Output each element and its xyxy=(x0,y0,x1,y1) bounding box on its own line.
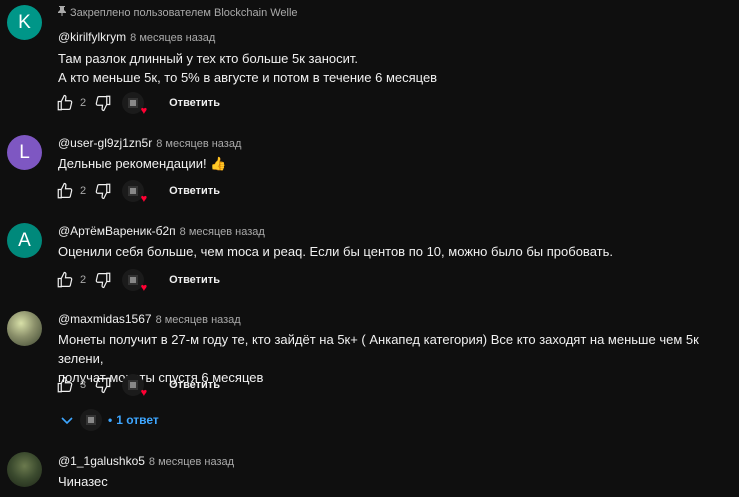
show-replies-button[interactable]: • 1 ответ xyxy=(60,409,159,431)
timestamp[interactable]: 8 месяцев назад xyxy=(130,32,215,44)
comment-actions: 2 ♥ Ответить xyxy=(54,91,220,117)
comment: A @АртёмВареник-б2п 8 месяцев назад Оцени… xyxy=(0,210,739,300)
thumb-down-icon[interactable] xyxy=(92,92,114,114)
creator-heart-icon: ♥ xyxy=(122,269,147,294)
comment-actions: 2 ♥ Ответить xyxy=(54,268,220,294)
timestamp[interactable]: 8 месяцев назад xyxy=(156,138,241,150)
comment-text: Чиназес xyxy=(58,474,108,489)
thumb-up-icon[interactable] xyxy=(54,269,76,291)
comment-actions: 2 ♥ Ответить xyxy=(54,179,220,205)
thumb-down-icon[interactable] xyxy=(92,269,114,291)
comment-text: Оценили себя больше, чем moca и peaq. Ес… xyxy=(58,244,613,259)
comment: @1_1galushko5 8 месяцев назад Чиназес xyxy=(0,445,739,497)
author-name[interactable]: @АртёмВареник-б2п xyxy=(58,224,176,238)
avatar[interactable]: L xyxy=(7,135,42,170)
reply-button[interactable]: Ответить xyxy=(169,379,220,391)
comment-header: @АртёмВареник-б2п 8 месяцев назад xyxy=(58,224,265,238)
avatar[interactable] xyxy=(7,452,42,487)
thumb-up-icon[interactable] xyxy=(54,180,76,202)
timestamp[interactable]: 8 месяцев назад xyxy=(180,226,265,238)
comment-header: @user-gl9zj1zn5r 8 месяцев назад xyxy=(58,136,241,150)
author-name[interactable]: @kirilfylkrym xyxy=(58,30,126,44)
comment-header: @1_1galushko5 8 месяцев назад xyxy=(58,454,234,468)
like-count: 2 xyxy=(80,274,87,286)
like-count: 2 xyxy=(80,97,87,109)
comment-text: Дельные рекомендации! 👍 xyxy=(58,156,227,171)
like-count: 3 xyxy=(80,379,87,391)
pinned-label: Закреплено пользователем Blockchain Well… xyxy=(58,6,298,19)
comment: L @user-gl9zj1zn5r 8 месяцев назад Дельны… xyxy=(0,125,739,210)
comment-text: Там разлок длинный у тех кто больше 5к з… xyxy=(58,51,438,85)
like-count: 2 xyxy=(80,185,87,197)
creator-heart-icon: ♥ xyxy=(122,180,147,205)
avatar[interactable]: K xyxy=(7,5,42,40)
comment-actions: 3 ♥ Ответить xyxy=(54,373,220,399)
thumb-up-icon[interactable] xyxy=(54,374,76,396)
thumb-down-icon[interactable] xyxy=(92,180,114,202)
thumb-down-icon[interactable] xyxy=(92,374,114,396)
reply-button[interactable]: Ответить xyxy=(169,97,220,109)
comment: Закреплено пользователем Blockchain Well… xyxy=(0,0,739,125)
timestamp[interactable]: 8 месяцев назад xyxy=(149,456,234,468)
comment-header: @maxmidas1567 8 месяцев назад xyxy=(58,312,241,326)
author-name[interactable]: @maxmidas1567 xyxy=(58,312,152,326)
pin-icon xyxy=(58,6,66,19)
thumb-up-icon[interactable] xyxy=(54,92,76,114)
timestamp[interactable]: 8 месяцев назад xyxy=(156,314,241,326)
creator-avatar xyxy=(80,409,102,431)
avatar[interactable] xyxy=(7,311,42,346)
creator-heart-icon: ♥ xyxy=(122,92,147,117)
chevron-down-icon xyxy=(60,413,74,427)
comment-header: @kirilfylkrym 8 месяцев назад xyxy=(58,30,215,44)
author-name[interactable]: @user-gl9zj1zn5r xyxy=(58,136,152,150)
author-name[interactable]: @1_1galushko5 xyxy=(58,454,145,468)
replies-count: 1 ответ xyxy=(116,413,159,427)
reply-button[interactable]: Ответить xyxy=(169,274,220,286)
creator-heart-icon: ♥ xyxy=(122,374,147,399)
avatar[interactable]: A xyxy=(7,223,42,258)
reply-button[interactable]: Ответить xyxy=(169,185,220,197)
